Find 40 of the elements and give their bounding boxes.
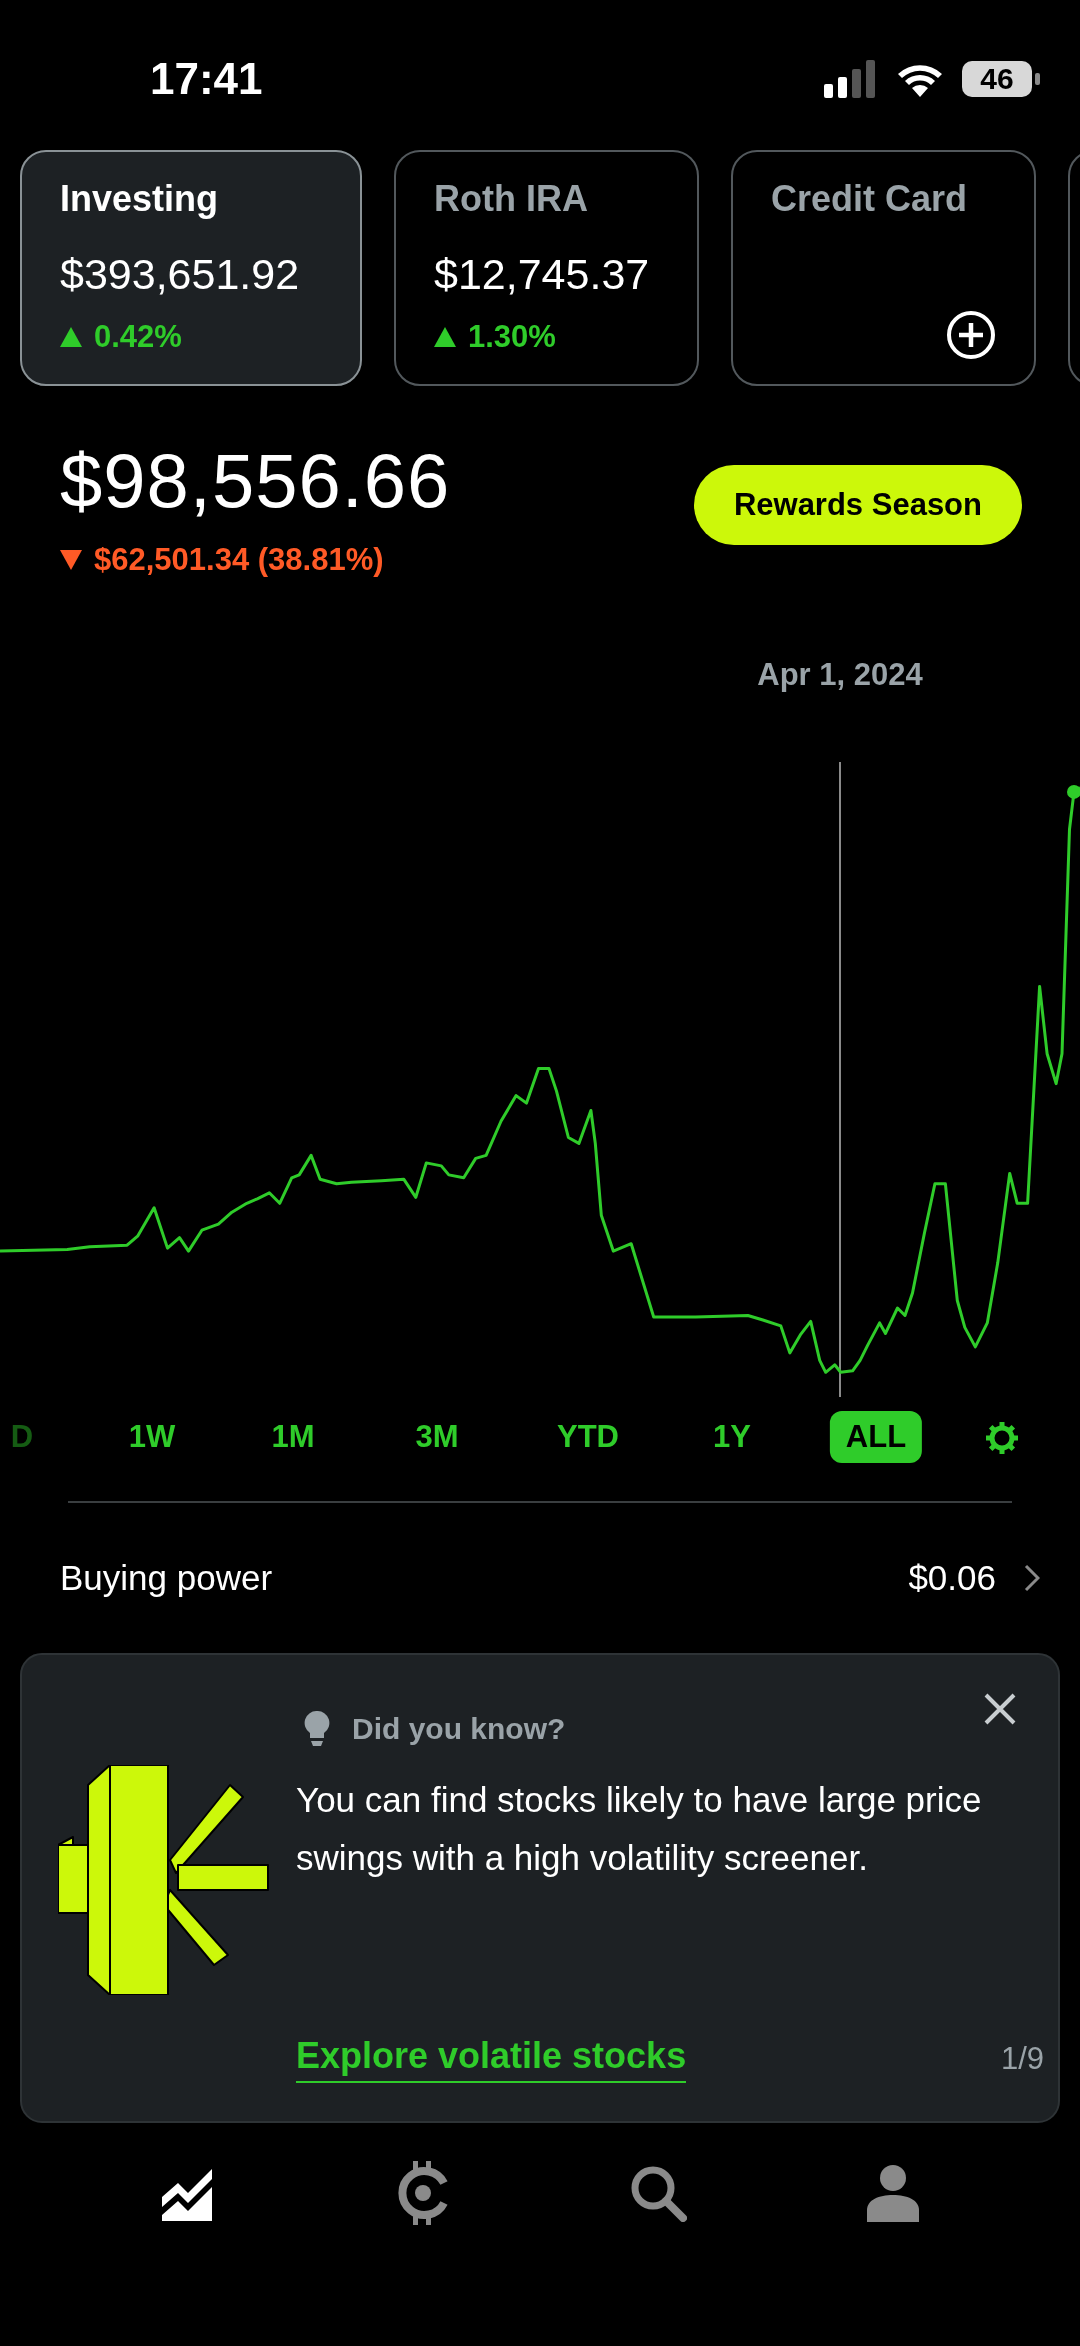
account-value: $12,745.37 (434, 250, 651, 299)
settings-icon[interactable] (985, 1421, 1019, 1455)
account-change: 1.30% (468, 319, 556, 355)
account-name: Roth IRA (434, 178, 589, 220)
close-button[interactable] (982, 1691, 1018, 1727)
page-counter: 1/9 (1000, 2041, 1044, 2077)
buying-power-label: Buying power (60, 1558, 273, 1598)
account-card[interactable]: Roth IRA $12,745.37 1.30% (394, 150, 699, 386)
coin-icon (395, 2161, 450, 2225)
account-card[interactable]: Credit Card (731, 150, 1036, 386)
chart-date: Apr 1, 2024 (756, 657, 924, 693)
account-card[interactable]: Investing $393,651.92 0.42% (20, 150, 362, 386)
tip-heading: Did you know? (352, 1712, 566, 1746)
up-triangle-icon (434, 327, 456, 347)
person-icon (866, 2164, 919, 2222)
battery-level: 46 (962, 61, 1032, 97)
portfolio-value: $98,556.66 (60, 437, 451, 524)
range-tab[interactable]: 1Y (697, 1411, 767, 1463)
chevron-right-icon[interactable] (1024, 1564, 1040, 1592)
buying-power-value: $0.06 (908, 1558, 996, 1598)
account-value: $393,651.92 (60, 250, 301, 299)
range-tab[interactable]: YTD (541, 1411, 635, 1463)
clock: 17:41 (150, 54, 263, 104)
lightbulb-icon (304, 1711, 330, 1747)
up-triangle-icon (60, 327, 82, 347)
tip-text: You can find stocks likely to have large price swings with a high volatility screener. (296, 1779, 983, 1879)
range-tab[interactable]: 3M (399, 1411, 475, 1463)
signal-icon (824, 60, 878, 98)
account-change: 0.42% (94, 319, 182, 355)
range-tab[interactable]: ALL (829, 1411, 923, 1463)
explore-link[interactable]: Explore volatile stocks (296, 2035, 687, 2083)
price-point (1067, 784, 1080, 799)
portfolio-change: $62,501.34 (38.81%) (94, 542, 384, 578)
battery-tip-icon (1035, 73, 1040, 85)
rewards-season-button[interactable]: Rewards Season (693, 465, 1022, 545)
account-name: Credit Card (771, 178, 969, 220)
add-icon[interactable] (946, 310, 996, 360)
account-name: Investing (60, 178, 220, 220)
range-tab[interactable]: 1W (112, 1411, 192, 1463)
range-tab[interactable]: 1M (255, 1411, 331, 1463)
